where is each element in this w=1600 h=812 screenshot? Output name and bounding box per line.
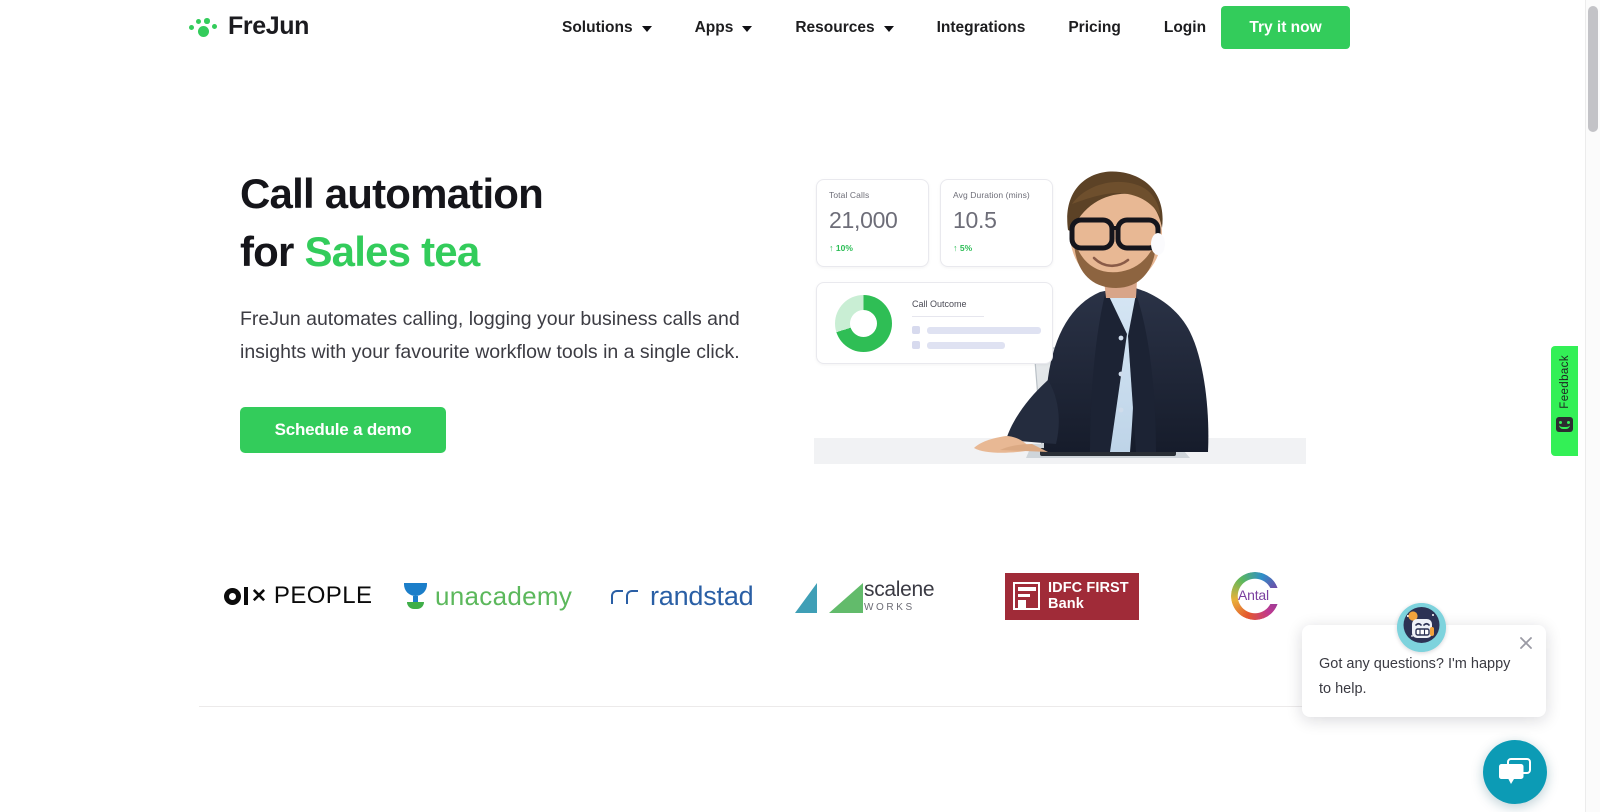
page-title: Call automation for Sales tea: [240, 165, 780, 281]
frejun-dots-logo-icon: [189, 15, 219, 39]
legend-item: [912, 341, 1005, 349]
nav-item-apps[interactable]: Apps: [695, 19, 753, 37]
divider: [912, 316, 984, 317]
hero-title-typed-word: Sales tea: [304, 228, 480, 275]
unacademy-mark-icon: [404, 583, 427, 609]
client-logo-text: IDFC FIRST: [1048, 579, 1129, 596]
section-divider: [199, 706, 1369, 707]
nav-item-resources[interactable]: Resources: [795, 19, 894, 37]
nav-item-label: Apps: [694, 19, 734, 36]
feedback-tab[interactable]: Feedback: [1551, 346, 1578, 456]
try-it-now-button[interactable]: Try it now: [1221, 6, 1350, 49]
client-logo-antal: Antal: [1231, 555, 1281, 637]
olx-mark-icon: ✕: [224, 587, 267, 606]
call-outcome-title: Call Outcome: [912, 299, 967, 309]
hero-text-block: Call automation for Sales tea FreJun aut…: [240, 165, 780, 453]
nav-item-label: Solutions: [562, 19, 633, 36]
schedule-demo-button[interactable]: Schedule a demo: [240, 407, 446, 453]
hero-title-line-1: Call automation: [240, 170, 544, 217]
hero-description: FreJun automates calling, logging your b…: [240, 308, 740, 363]
stat-delta-value: 5%: [959, 243, 973, 253]
trend-up-icon: ↑: [953, 243, 958, 253]
client-logo-subtext: Bank: [1048, 595, 1084, 612]
page-root: FreJun Solutions Apps Resources Integrat…: [0, 0, 1600, 812]
main-navigation: Solutions Apps Resources Integrations Pr…: [562, 0, 1206, 56]
stat-label: Total Calls: [829, 190, 870, 200]
nav-item-pricing[interactable]: Pricing: [1068, 19, 1121, 37]
legend-swatch: [912, 326, 920, 334]
chevron-down-icon: [883, 26, 894, 32]
stat-delta-value: 10%: [835, 243, 853, 253]
nav-item-integrations[interactable]: Integrations: [937, 19, 1026, 37]
nav-item-solutions[interactable]: Solutions: [562, 19, 652, 37]
client-logo-text: Antal: [1238, 587, 1269, 603]
legend-placeholder-bar: [927, 326, 1041, 334]
randstad-mark-icon: [611, 588, 639, 604]
hero-title-prefix: for: [240, 228, 305, 275]
hero-illustration: Total Calls 21,000 ↑ 10% Avg Duration (m…: [812, 160, 1352, 480]
trend-up-icon: ↑: [829, 243, 834, 253]
call-outcome-card: Call Outcome: [816, 282, 1053, 364]
stat-delta: ↑ 10%: [829, 243, 853, 253]
smiley-face-icon: [1556, 416, 1573, 432]
chat-bubble-icon: [1499, 758, 1531, 784]
client-logo-text: randstad: [650, 580, 754, 611]
brand-logo[interactable]: FreJun: [189, 12, 309, 41]
robot-avatar-icon: [1397, 603, 1446, 652]
stat-card-avg-duration: Avg Duration (mins) 10.5 ↑ 5%: [940, 179, 1053, 267]
stat-card-total-calls: Total Calls 21,000 ↑ 10%: [816, 179, 929, 267]
chevron-down-icon: [742, 26, 753, 32]
page-scrollbar-thumb[interactable]: [1588, 6, 1598, 132]
client-logo-olx-people: ✕ PEOPLE: [224, 555, 372, 637]
stat-value: 21,000: [829, 207, 898, 233]
nav-item-label: Resources: [795, 19, 875, 36]
close-icon[interactable]: [1517, 634, 1535, 652]
chat-greeting-message: Got any questions? I'm happy to help.: [1319, 656, 1511, 697]
client-logo-text: PEOPLE: [273, 582, 373, 609]
legend-item: [912, 326, 1041, 334]
chevron-down-icon: [641, 26, 652, 32]
site-header: FreJun Solutions Apps Resources Integrat…: [0, 0, 1568, 56]
client-logo-text: unacademy: [435, 580, 573, 611]
antal-ring-icon: Antal: [1231, 572, 1281, 620]
client-logo-idfc-first-bank: IDFC FIRST Bank: [1005, 555, 1139, 637]
client-logo-text: scalene: [864, 578, 935, 601]
stat-value: 10.5: [953, 207, 997, 233]
client-logo-unacademy: unacademy: [404, 555, 572, 637]
client-logo-randstad: randstad: [611, 555, 754, 637]
stat-label: Avg Duration (mins): [953, 190, 1030, 200]
scalene-triangle-icon: [795, 583, 863, 613]
client-logo-subtext: WORKS: [864, 602, 915, 613]
nav-item-login[interactable]: Login: [1164, 19, 1206, 37]
idfc-mark-icon: [1013, 581, 1040, 610]
legend-placeholder-bar: [927, 341, 1005, 349]
client-logo-scaleneworks: scalene WORKS: [795, 555, 935, 637]
donut-chart-icon: [835, 295, 892, 352]
brand-name: FreJun: [228, 12, 309, 40]
feedback-tab-label: Feedback: [1558, 355, 1571, 409]
legend-swatch: [912, 341, 920, 349]
stat-delta: ↑ 5%: [953, 243, 972, 253]
chat-launcher-button[interactable]: [1483, 740, 1547, 804]
page-scrollbar-track[interactable]: [1585, 0, 1600, 812]
client-logos-row: ✕ PEOPLE unacademy randstad scalene WORK…: [199, 555, 1369, 637]
